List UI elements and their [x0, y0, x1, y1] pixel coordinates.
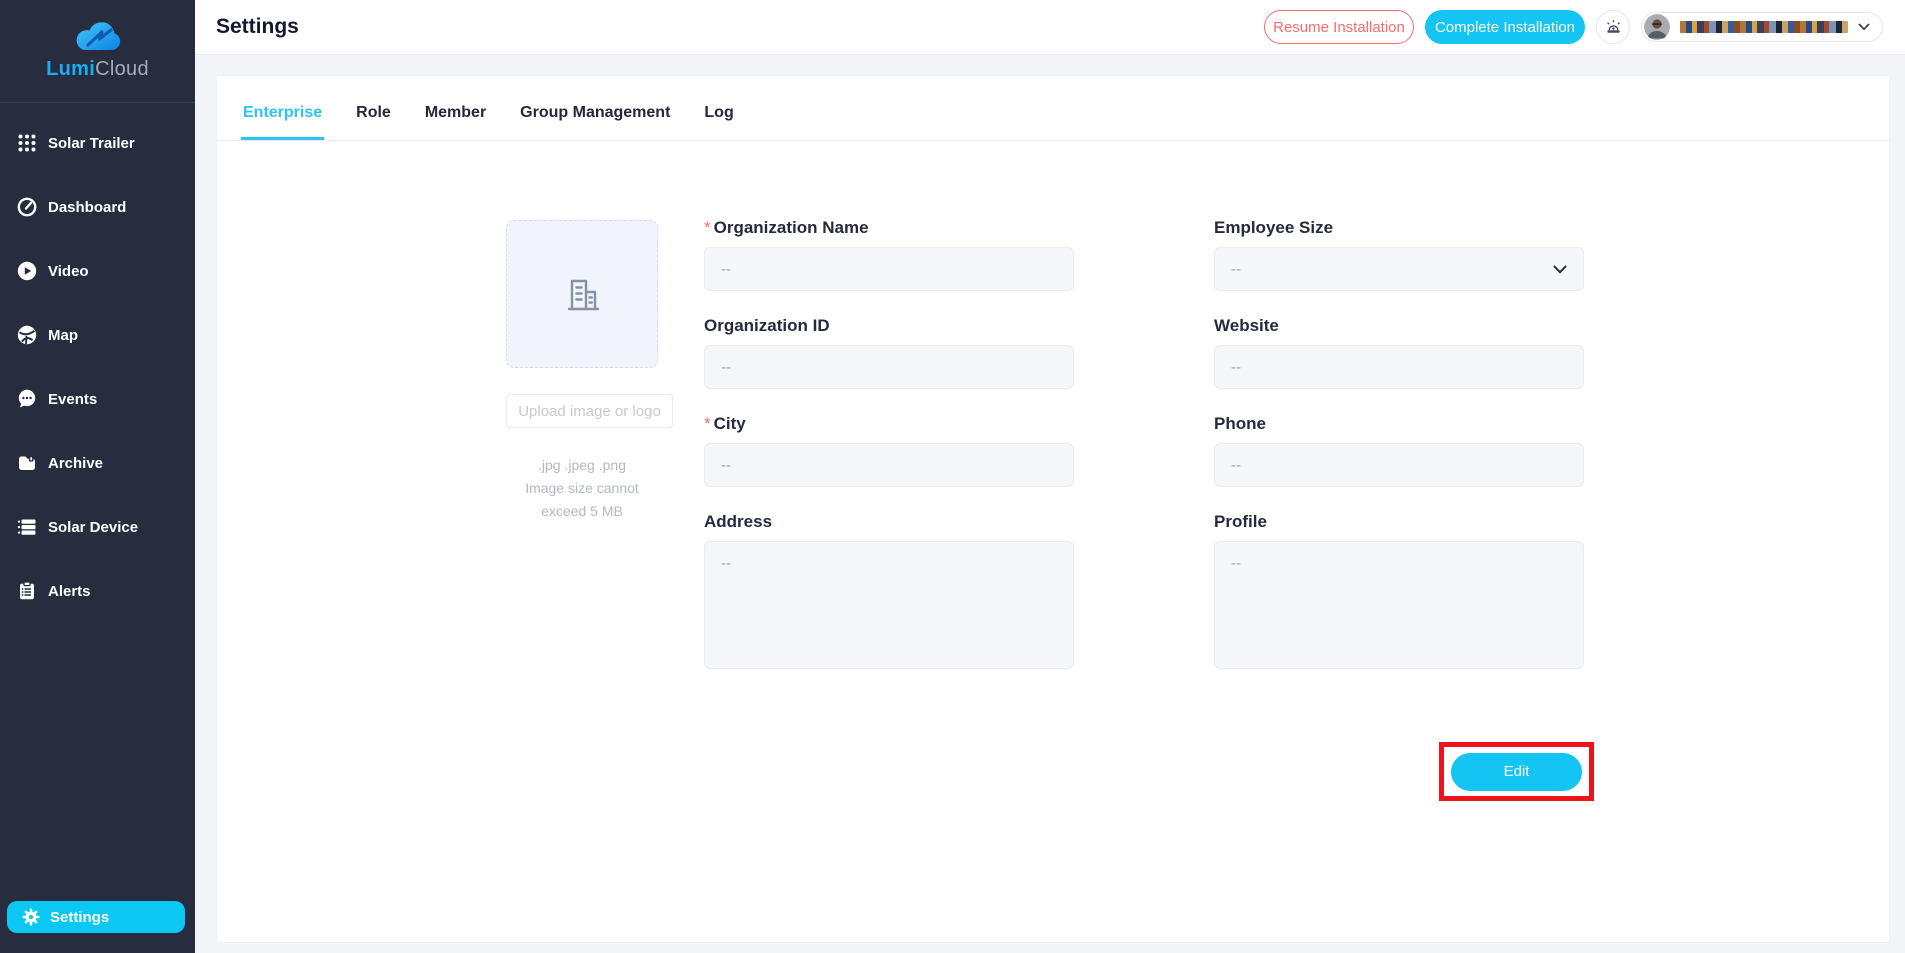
app-name: LumiCloud: [46, 58, 149, 81]
tab-group-management[interactable]: Group Management: [518, 104, 672, 140]
sidebar-item-label: Solar Trailer: [48, 135, 135, 152]
clipboard-icon: [17, 581, 37, 601]
user-name-redacted: [1680, 21, 1848, 33]
sidebar-item-alerts[interactable]: Alerts: [0, 559, 195, 623]
city-input[interactable]: [704, 443, 1074, 487]
chevron-down-icon: [1553, 265, 1567, 274]
complete-installation-button[interactable]: Complete Installation: [1425, 10, 1585, 44]
sidebar-item-label: Map: [48, 327, 78, 344]
sidebar-item-label: Dashboard: [48, 199, 126, 216]
phone-input[interactable]: [1214, 443, 1584, 487]
upload-hint-size-1: Image size cannot: [471, 477, 693, 500]
edit-button[interactable]: Edit: [1451, 753, 1582, 791]
employee-size-value: --: [1231, 261, 1241, 278]
tab-enterprise[interactable]: Enterprise: [241, 104, 324, 140]
main-area: Settings Resume Installation Complete In…: [195, 0, 1905, 953]
gear-icon: [22, 908, 40, 926]
profile-label: Profile: [1214, 512, 1584, 532]
app-logo: LumiCloud: [0, 0, 195, 103]
sidebar-item-dashboard[interactable]: Dashboard: [0, 175, 195, 239]
tab-log[interactable]: Log: [702, 104, 735, 140]
organization-id-input[interactable]: [704, 345, 1074, 389]
field-city: *City: [704, 414, 1074, 487]
employee-size-label: Employee Size: [1214, 218, 1584, 238]
sidebar-item-settings-active[interactable]: Settings: [7, 901, 185, 933]
profile-textarea[interactable]: [1214, 541, 1584, 669]
sidebar-item-solar-trailer[interactable]: Solar Trailer: [0, 111, 195, 175]
sidebar-item-map[interactable]: Map: [0, 303, 195, 367]
organization-name-label: *Organization Name: [704, 218, 1074, 238]
folder-icon: [17, 453, 37, 473]
upload-image-button[interactable]: Upload image or logo: [506, 394, 673, 428]
sidebar-item-archive[interactable]: Archive: [0, 431, 195, 495]
sidebar-item-label: Solar Device: [48, 519, 138, 536]
play-icon: [17, 261, 37, 281]
content: Enterprise Role Member Group Management …: [195, 55, 1905, 953]
employee-size-select[interactable]: --: [1214, 247, 1584, 291]
field-website: Website: [1214, 316, 1584, 389]
sidebar-item-solar-device[interactable]: Solar Device: [0, 495, 195, 559]
tab-role[interactable]: Role: [354, 104, 393, 140]
address-label: Address: [704, 512, 1074, 532]
cloud-logo-icon: [72, 21, 124, 55]
sidebar-item-label: Video: [48, 263, 89, 280]
settings-card: Enterprise Role Member Group Management …: [216, 75, 1890, 943]
field-employee-size: Employee Size --: [1214, 218, 1584, 291]
chevron-down-icon: [1858, 23, 1870, 31]
upload-hints: .jpg .jpeg .png Image size cannot exceed…: [471, 454, 693, 523]
chat-icon: [17, 389, 37, 409]
required-marker: *: [704, 218, 711, 237]
resume-installation-button[interactable]: Resume Installation: [1264, 10, 1414, 44]
grid-icon: [17, 133, 37, 153]
tab-bar: Enterprise Role Member Group Management …: [217, 76, 1889, 141]
form-column-right: Employee Size -- Website Phone: [1214, 218, 1584, 699]
sidebar-nav: Solar Trailer Dashboard Video Map: [0, 103, 195, 623]
field-profile: Profile: [1214, 512, 1584, 674]
topbar-actions: Resume Installation Complete Installatio…: [1264, 10, 1883, 44]
sidebar-item-label: Events: [48, 391, 97, 408]
form-column-left: *Organization Name Organization ID *City…: [704, 218, 1074, 699]
topbar: Settings Resume Installation Complete In…: [195, 0, 1905, 55]
gauge-icon: [17, 197, 37, 217]
sidebar-item-events[interactable]: Events: [0, 367, 195, 431]
organization-name-input[interactable]: [704, 247, 1074, 291]
field-organization-id: Organization ID: [704, 316, 1074, 389]
upload-hint-size-2: exceed 5 MB: [471, 500, 693, 523]
page-title: Settings: [216, 15, 299, 39]
server-icon: [17, 517, 37, 537]
required-marker: *: [704, 414, 711, 433]
logo-upload-dropzone[interactable]: [506, 220, 658, 368]
annotation-highlight-box: Edit: [1439, 742, 1594, 801]
sidebar-item-label: Archive: [48, 455, 103, 472]
tab-member[interactable]: Member: [423, 104, 488, 140]
website-input[interactable]: [1214, 345, 1584, 389]
sidebar: LumiCloud Solar Trailer Dashboard Video: [0, 0, 195, 953]
alarm-button[interactable]: [1596, 10, 1630, 44]
sidebar-item-video[interactable]: Video: [0, 239, 195, 303]
city-label: *City: [704, 414, 1074, 434]
website-label: Website: [1214, 316, 1584, 336]
user-menu[interactable]: [1641, 12, 1883, 42]
sidebar-item-label: Alerts: [48, 583, 91, 600]
field-organization-name: *Organization Name: [704, 218, 1074, 291]
phone-label: Phone: [1214, 414, 1584, 434]
address-textarea[interactable]: [704, 541, 1074, 669]
avatar: [1644, 14, 1670, 40]
field-phone: Phone: [1214, 414, 1584, 487]
sidebar-item-label: Settings: [50, 909, 109, 926]
upload-hint-formats: .jpg .jpeg .png: [471, 454, 693, 477]
globe-icon: [17, 325, 37, 345]
organization-id-label: Organization ID: [704, 316, 1074, 336]
field-address: Address: [704, 512, 1074, 674]
building-icon: [560, 272, 604, 316]
alarm-icon: [1604, 18, 1623, 37]
